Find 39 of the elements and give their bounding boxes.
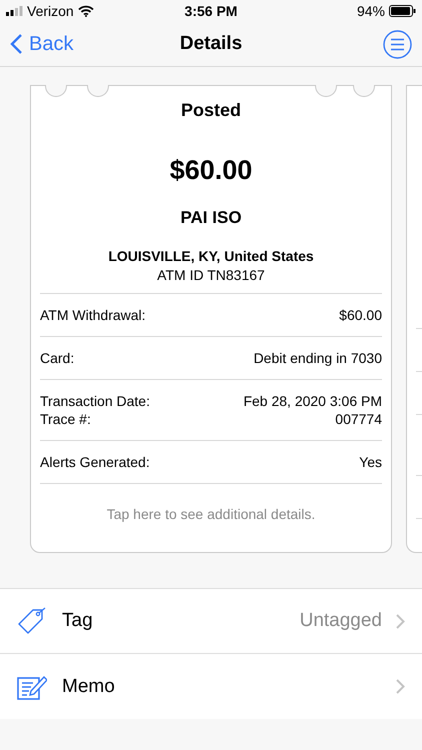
field-label: ATM Withdrawal:	[40, 306, 146, 324]
chevron-icon	[396, 679, 405, 694]
ticket-notch	[87, 84, 109, 96]
status-label: Posted	[180, 100, 242, 121]
field-label: Trace #:	[40, 410, 92, 428]
merchant-name: PAI ISO	[179, 208, 243, 228]
signal-icon	[6, 6, 23, 16]
battery-icon	[389, 5, 416, 17]
page-title: Details	[180, 33, 242, 55]
field-label: Card:	[40, 349, 74, 367]
menu-icon[interactable]	[383, 30, 412, 58]
ticket-notch	[353, 84, 375, 96]
field-label: Alerts Generated:	[40, 453, 150, 471]
memo-icon	[17, 674, 47, 700]
ticket-notch	[45, 84, 67, 96]
clock-time: 3:56 PM	[184, 3, 238, 19]
wifi-icon	[78, 5, 94, 17]
carrier-name: Verizon	[27, 3, 74, 19]
option-label: Tag	[62, 610, 94, 632]
field-value: Yes	[359, 453, 382, 471]
atm-id-text: ATM ID TN83167	[156, 267, 266, 283]
chevron-icon	[396, 614, 405, 628]
ticket-notch	[315, 84, 337, 96]
amount-text: $60.00	[168, 155, 254, 186]
tag-icon	[17, 606, 47, 636]
battery-percent: 94%	[356, 3, 386, 19]
option-value: Untagged	[300, 610, 382, 632]
option-row[interactable]: Tag Untagged	[0, 589, 422, 654]
field-value: Feb 28, 2020 3:06 PM	[243, 392, 382, 410]
option-label: Memo	[62, 676, 116, 698]
field-label: Transaction Date:	[40, 392, 150, 410]
field-value: Debit ending in 7030	[254, 349, 382, 367]
chevron-icon	[10, 33, 23, 55]
option-row[interactable]: Memo	[0, 654, 422, 719]
field-value: $60.00	[339, 306, 382, 324]
location-text: LOUISVILLE, KY, United States	[107, 248, 315, 264]
back-button[interactable]: Back	[10, 32, 74, 56]
transaction-card[interactable]	[30, 85, 392, 553]
field-value: 007774	[335, 410, 382, 428]
